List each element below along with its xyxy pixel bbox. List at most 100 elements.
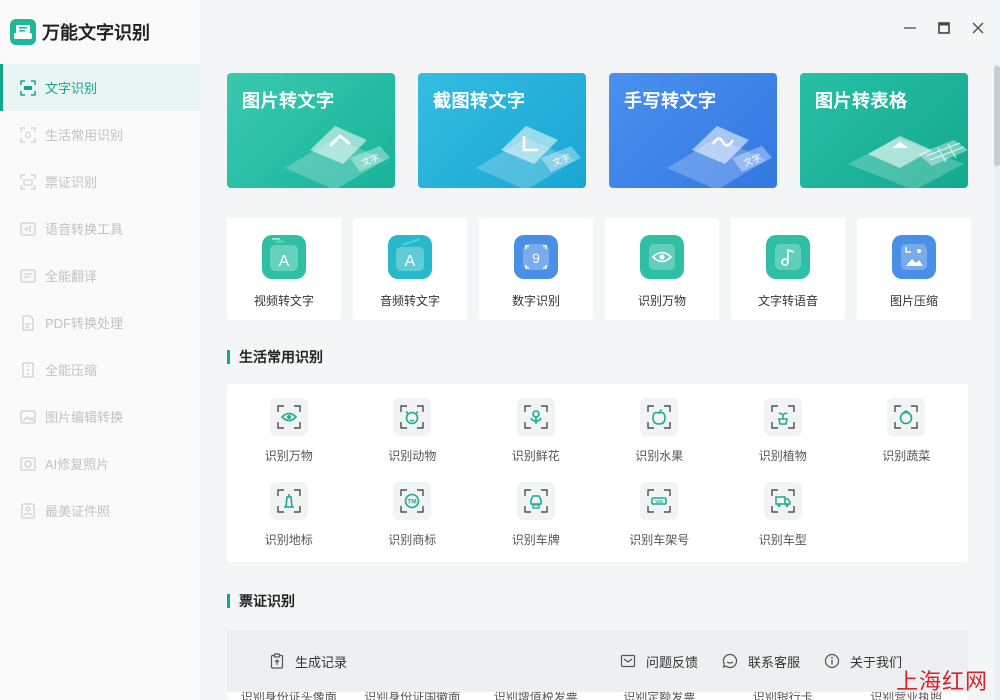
video-text-icon: A <box>262 235 306 279</box>
tool-recognize-all[interactable]: 识别万物 <box>605 218 719 320</box>
trademark-icon: TM <box>393 482 432 520</box>
landmark-icon <box>269 482 308 520</box>
animal-icon <box>393 398 432 436</box>
banner-screenshot-to-text[interactable]: 截图转文字 文字 <box>418 73 586 188</box>
scan-card-icon <box>20 173 36 190</box>
compress-icon <box>20 361 36 378</box>
screenshot-doc-illustration-icon: 文字 <box>476 126 581 188</box>
banner-handwriting-to-text[interactable]: 手写转文字 文字 <box>609 73 777 188</box>
tool-label: 视频转文字 <box>253 294 314 308</box>
tool-audio-to-text[interactable]: A 音频转文字 <box>353 218 467 320</box>
clipboard-icon <box>270 653 284 669</box>
life-item-car-plate[interactable]: 识别车牌 <box>474 482 598 548</box>
sidebar-item-cert[interactable]: 票证识别 <box>0 158 200 205</box>
sidebar-item-image-edit[interactable]: 图片编辑转换 <box>0 393 200 440</box>
plant-icon <box>763 398 802 436</box>
bottom-bar: 生成记录 问题反馈 联系客服 关于我们 <box>227 630 968 692</box>
sidebar-item-text-ocr[interactable]: 文字识别 <box>0 64 200 111</box>
sidebar-item-id-photo[interactable]: 最美证件照 <box>0 487 200 534</box>
life-item-landmark[interactable]: 识别地标 <box>227 482 351 548</box>
life-item-label: 识别车架号 <box>629 533 690 547</box>
fruit-icon <box>640 398 679 436</box>
maximize-button[interactable] <box>936 20 952 36</box>
eye-icon <box>269 398 308 436</box>
sidebar-item-label: 文字识别 <box>45 81 98 96</box>
sidebar-item-label: PDF转换处理 <box>45 316 124 331</box>
sidebar-item-label: 票证识别 <box>45 175 98 190</box>
sidebar-item-voice[interactable]: 语音转换工具 <box>0 205 200 252</box>
life-item-plant[interactable]: 识别植物 <box>721 398 845 464</box>
life-item-all[interactable]: 识别万物 <box>227 398 351 464</box>
sidebar-item-life[interactable]: 生活常用识别 <box>0 111 200 158</box>
app-title: 万能文字识别 <box>42 23 150 43</box>
sidebar-item-label: 语音转换工具 <box>45 222 124 237</box>
watermark: 上海红网 <box>895 670 988 695</box>
about-label: 关于我们 <box>849 654 902 670</box>
feedback-button[interactable]: 问题反馈 <box>620 652 698 671</box>
sidebar-item-label: 最美证件照 <box>45 504 111 519</box>
tool-text-to-speech[interactable]: 文字转语音 <box>731 218 845 320</box>
photo-repair-icon <box>20 456 36 472</box>
life-item-label: 识别蔬菜 <box>882 449 931 463</box>
life-item-fruit[interactable]: 识别水果 <box>598 398 722 464</box>
sidebar-item-compress[interactable]: 全能压缩 <box>0 346 200 393</box>
tool-number-ocr[interactable]: 9 数字识别 <box>479 218 593 320</box>
sidebar: 万能文字识别 文字识别 生活常用识别 票证识别 语音转换工具 全能翻译 PDF转… <box>0 0 200 700</box>
number-icon: 9 <box>514 235 558 279</box>
tool-label: 音频转文字 <box>379 294 440 308</box>
sidebar-item-pdf[interactable]: PDF转换处理 <box>0 299 200 346</box>
maximize-icon <box>938 22 950 34</box>
banner-image-to-table[interactable]: 图片转表格 <box>800 73 968 188</box>
scrollbar-thumb[interactable] <box>994 66 1000 166</box>
history-button[interactable]: 生成记录 <box>269 652 347 671</box>
life-item-flower[interactable]: 识别鲜花 <box>474 398 598 464</box>
minimize-button[interactable] <box>902 20 918 36</box>
sidebar-item-label: AI修复照片 <box>45 457 110 472</box>
life-item-vegetable[interactable]: 识别蔬菜 <box>845 398 969 464</box>
svg-text:A: A <box>405 253 416 270</box>
brand: 万能文字识别 <box>0 0 200 64</box>
close-button[interactable] <box>970 20 986 36</box>
life-item-vin[interactable]: VIN 识别车架号 <box>598 482 722 548</box>
tool-label: 识别万物 <box>637 294 686 308</box>
scan-text-icon <box>20 79 36 96</box>
life-item-label: 识别商标 <box>388 533 437 547</box>
svg-text:A: A <box>279 253 290 270</box>
life-item-trademark[interactable]: TM 识别商标 <box>351 482 475 548</box>
flower-icon <box>516 398 555 436</box>
image-edit-icon <box>20 409 36 425</box>
sidebar-item-label: 图片编辑转换 <box>45 410 124 425</box>
tool-video-to-text[interactable]: A 视频转文字 <box>227 218 341 320</box>
truck-icon <box>763 482 802 520</box>
close-icon <box>972 22 984 34</box>
life-item-label: 识别水果 <box>635 449 684 463</box>
life-item-label: 识别地标 <box>264 533 313 547</box>
banner-image-to-text[interactable]: 图片转文字 文字 <box>227 73 395 188</box>
car-plate-icon <box>516 482 555 520</box>
chat-icon <box>722 653 738 669</box>
feature-banners: 图片转文字 文字 截图转文字 文字 手写转文字 文字 图片转表格 <box>227 73 968 188</box>
voice-convert-icon <box>20 221 36 237</box>
life-grid: 识别万物 识别动物 识别鲜花 识别水果 识别植物 识别蔬菜 识别地标 TM 识别 <box>227 398 968 548</box>
vin-icon: VIN <box>640 482 679 520</box>
sidebar-item-translate[interactable]: 全能翻译 <box>0 252 200 299</box>
music-note-icon <box>766 235 810 279</box>
id-photo-icon <box>20 502 36 519</box>
about-button[interactable]: 关于我们 <box>824 652 902 671</box>
pdf-icon <box>20 314 36 331</box>
table-illustration-icon <box>848 136 968 188</box>
life-item-label: 识别动物 <box>388 449 437 463</box>
svg-text:9: 9 <box>532 250 540 266</box>
audio-text-icon: A <box>388 235 432 279</box>
window-controls <box>902 20 986 36</box>
life-item-label: 识别万物 <box>264 449 313 463</box>
mail-icon <box>620 654 636 668</box>
sidebar-item-ai-repair[interactable]: AI修复照片 <box>0 440 200 487</box>
life-item-animal[interactable]: 识别动物 <box>351 398 475 464</box>
support-label: 联系客服 <box>747 654 800 670</box>
handwriting-doc-illustration-icon: 文字 <box>667 126 772 188</box>
support-button[interactable]: 联系客服 <box>722 652 800 671</box>
life-panel: 识别万物 识别动物 识别鲜花 识别水果 识别植物 识别蔬菜 识别地标 TM 识别 <box>227 384 968 562</box>
life-item-car-model[interactable]: 识别车型 <box>721 482 845 548</box>
tool-image-compress[interactable]: 图片压缩 <box>857 218 971 320</box>
